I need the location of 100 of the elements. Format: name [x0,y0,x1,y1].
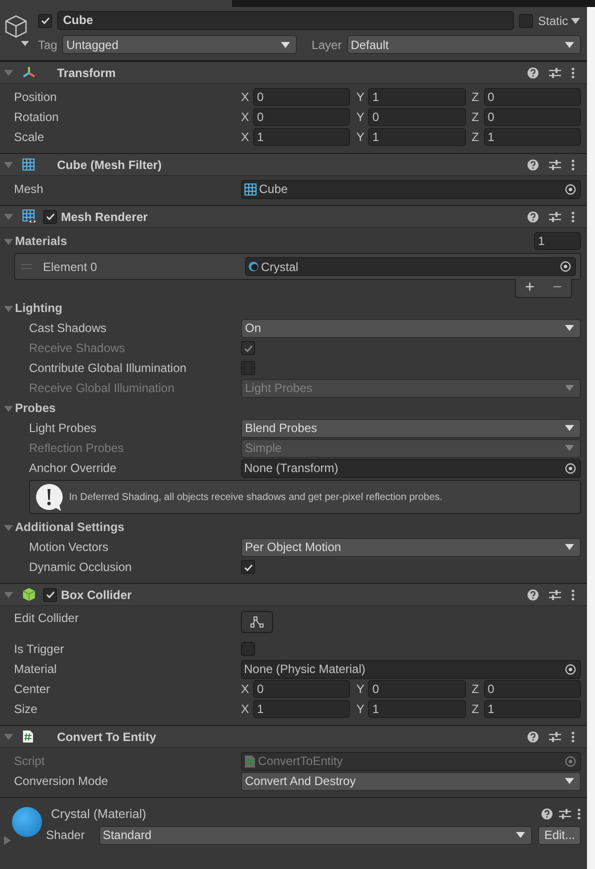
field-label: Rotation [13,110,60,124]
help-icon[interactable] [527,588,539,600]
component-title: Box Collider [61,588,132,602]
settings-sliders-icon[interactable] [549,588,561,600]
more-menu-icon[interactable] [571,66,575,78]
add-button[interactable]: + [521,280,538,296]
more-menu-icon[interactable] [571,210,575,222]
dropdown[interactable]: On [241,318,581,338]
checkbox[interactable] [241,642,255,656]
caret-icon [565,778,574,784]
help-icon[interactable] [527,66,539,78]
number-field[interactable]: 1 [253,128,350,146]
number-field[interactable]: 0 [484,108,581,126]
field-label: Scale [13,130,46,144]
dropdown[interactable]: Blend Probes [241,418,581,438]
field-label: Cast Shadows [28,321,108,335]
checkbox[interactable] [43,210,57,224]
drag-handle-icon[interactable] [21,264,32,269]
object-picker-icon[interactable] [565,462,576,474]
section-label[interactable]: Additional Settings [15,520,124,534]
checkmark-icon [44,589,56,600]
dropdown[interactable]: Per Object Motion [241,538,581,556]
help-icon[interactable] [541,808,553,820]
field-label: Motion Vectors [28,540,110,554]
section-label[interactable]: Lighting [15,301,62,315]
shader-dropdown[interactable]: Standard [98,826,532,844]
number-field[interactable]: 0 [368,108,466,126]
number-field[interactable]: 0 [253,680,350,698]
number-field[interactable]: 0 [253,108,350,126]
number-field[interactable]: 0 [368,680,466,698]
more-menu-icon[interactable] [571,158,575,170]
array-size-field[interactable]: 1 [534,232,581,250]
remove-button[interactable]: − [548,280,566,296]
component-header[interactable]: Transform [0,61,587,84]
field-label: Script [13,754,46,768]
component-header[interactable]: Mesh Renderer [0,205,587,228]
tag-dropdown[interactable]: Untagged [62,35,297,54]
sphere-icon [248,261,259,272]
settings-sliders-icon[interactable] [559,808,571,820]
edit-collider-button[interactable] [241,611,273,633]
dropdown[interactable]: Convert And Destroy [241,772,581,790]
settings-sliders-icon[interactable] [549,210,561,222]
more-menu-icon[interactable] [577,808,581,820]
axis-label: X [241,702,250,716]
help-icon[interactable] [527,730,539,742]
grid-icon [22,158,35,171]
static-dropdown[interactable]: Static [538,14,581,28]
axis-label: X [241,90,250,104]
material-title: Crystal (Material) [51,807,146,821]
help-icon[interactable] [527,158,539,170]
component-header[interactable]: Convert To Entity [0,725,587,748]
checkbox[interactable] [241,560,255,574]
field-value: None (Transform) [244,461,340,475]
settings-sliders-icon[interactable] [549,66,561,78]
number-field[interactable]: 0 [253,88,350,106]
more-menu-icon[interactable] [571,730,575,742]
number-field[interactable]: 0 [484,680,581,698]
object-picker-icon[interactable] [565,664,576,674]
help-icon[interactable] [527,210,539,222]
checkbox[interactable] [38,14,52,28]
field-label: Edit Collider [13,611,80,625]
object-picker-icon[interactable] [560,261,571,272]
layer-label: Layer [312,38,342,52]
caret-icon [565,544,574,550]
axis-label: Y [356,90,366,104]
layer-dropdown[interactable]: Default [346,35,582,54]
axis-label: Y [356,682,366,696]
section-label[interactable]: Probes [15,401,56,415]
object-field[interactable]: None (Transform) [241,458,581,478]
number-field[interactable]: 1 [484,700,581,718]
help-text: In Deferred Shading, all objects receive shadows and get per-pixel reflection probes. [69,492,443,502]
component-header[interactable]: Cube (Mesh Filter) [0,153,587,176]
field-label: Is Trigger [13,642,66,656]
field-value: Crystal [261,260,300,274]
edit-button[interactable]: Edit... [538,826,581,844]
number-field[interactable]: 1 [484,128,581,146]
axis-label: Z [472,682,480,696]
name-field[interactable]: Cube [57,11,514,30]
object-picker-icon[interactable] [565,184,576,194]
caret-icon [565,445,574,451]
settings-sliders-icon[interactable] [549,158,561,170]
number-field[interactable]: 1 [368,700,466,718]
more-menu-icon[interactable] [571,588,575,600]
number-field[interactable]: 0 [484,88,581,106]
object-field[interactable]: None (Physic Material) [241,660,581,678]
caret-icon[interactable] [21,41,29,46]
field-value: ConvertToEntity [258,754,344,768]
axis-label: Z [472,90,480,104]
object-field[interactable]: Cube [241,180,581,198]
settings-sliders-icon[interactable] [549,730,561,742]
number-field[interactable]: 1 [368,88,466,106]
number-field[interactable]: 1 [253,700,350,718]
component-header[interactable]: Box Collider [0,583,587,606]
checkbox[interactable] [241,361,255,375]
axis-label: Y [356,130,366,144]
number-field[interactable]: 1 [368,128,466,146]
checkbox[interactable] [518,14,533,28]
list-label[interactable]: Materials [15,234,68,248]
checkbox[interactable] [43,588,57,602]
object-field[interactable]: Crystal [245,257,576,276]
